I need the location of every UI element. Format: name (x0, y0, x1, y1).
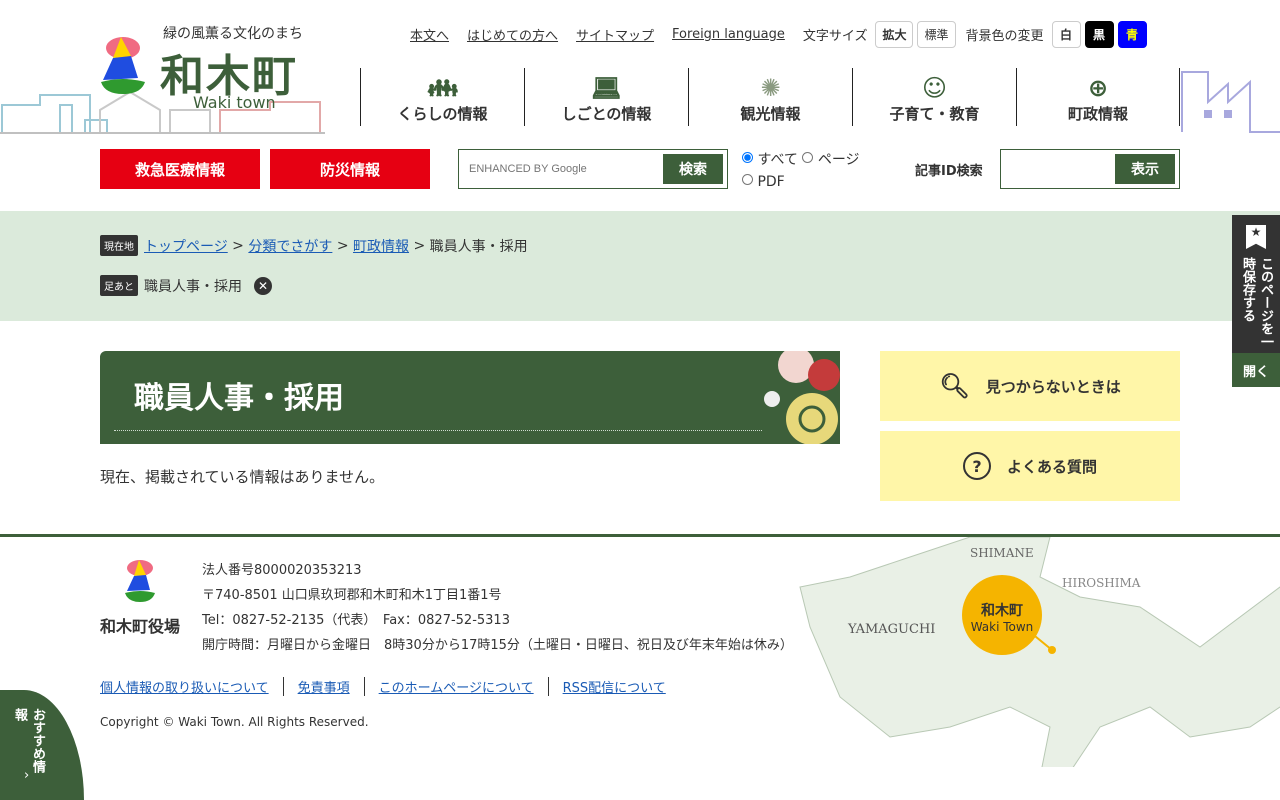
no-content-message: 現在、掲載されている情報はありません。 (100, 468, 385, 486)
font-large-button[interactable]: 拡大 (875, 20, 914, 48)
site-logo-en: Waki town (193, 93, 276, 112)
footer: SHIMANE HIROSHIMA YAMAGUCHI 和木町 Waki Tow… (0, 534, 1280, 800)
scope-all-radio[interactable]: すべて (742, 151, 798, 168)
map-label-shimane: SHIMANE (970, 546, 1034, 560)
save-page-tab[interactable]: ★ このページを一時保存する (1232, 215, 1280, 353)
page-title-banner: 職員人事・採用 (100, 351, 840, 444)
family-icon: 👪︎ (427, 74, 458, 102)
sitemap-link[interactable]: サイトマップ (576, 25, 654, 44)
footer-links: 個人情報の取り扱いについて 免責事項 このホームページについて RSS配信につい… (100, 677, 680, 696)
fireworks-icon: ✺ (760, 74, 781, 102)
article-id-input[interactable] (1007, 158, 1112, 180)
disclaimer-link[interactable]: 免責事項 (282, 677, 364, 696)
phone-fax: Tel：0827-52-2135（代表） Fax：0827-52-5313 (202, 613, 510, 628)
region-map: SHIMANE HIROSHIMA YAMAGUCHI 和木町 Waki Tow… (799, 537, 1280, 767)
search-input[interactable] (469, 158, 659, 180)
nav-government[interactable]: ⊕ 町政情報 (1016, 68, 1180, 126)
breadcrumb-top[interactable]: トップページ (144, 236, 228, 256)
child-face-icon: ☺ (921, 74, 948, 102)
footer-org-name: 和木町役場 (100, 617, 181, 636)
nav-label: 子育て・教育 (889, 105, 980, 123)
close-icon[interactable]: ✕ (254, 276, 272, 295)
page-title: 職員人事・採用 (134, 381, 344, 416)
bg-blue-button[interactable]: 青 (1117, 20, 1147, 48)
font-standard-button[interactable]: 標準 (917, 20, 956, 48)
nav-label: 町政情報 (1067, 105, 1128, 123)
nav-childcare[interactable]: ☺ 子育て・教育 (852, 68, 1016, 126)
corp-number: 法人番号8000020353213 (202, 563, 362, 578)
faq-button[interactable]: ? よくある質問 (880, 431, 1180, 501)
first-visit-link[interactable]: はじめての方へ (467, 25, 558, 44)
address: 〒740-8501 山口県玖珂郡和木町和木1丁目1番1号 (202, 588, 502, 603)
bg-white-button[interactable]: 白 (1051, 20, 1081, 48)
worker-icon: 💻︎ (591, 74, 622, 102)
nav-work[interactable]: 💻︎ しごとの情報 (524, 68, 688, 126)
bg-color-label: 背景色の変更 (965, 28, 1044, 44)
side-label: 見つからないときは (985, 377, 1121, 396)
radio-label: すべて (757, 152, 798, 168)
disaster-info-button[interactable]: 防災情報 (270, 149, 430, 189)
search-document-icon: 🔍︎ (939, 372, 970, 400)
town-logo-icon (101, 37, 145, 94)
breadcrumb-current: 職員人事・採用 (429, 238, 528, 255)
global-nav: 👪︎ くらしの情報 💻︎ しごとの情報 ✺ 観光情報 ☺ 子育て・教育 ⊕ 町政情報 (360, 68, 1180, 126)
rss-link[interactable]: RSS配信について (547, 677, 680, 696)
search-scope: すべて ページ PDF (742, 149, 860, 193)
current-location-tag: 現在地 (100, 235, 138, 256)
article-id-search: 表示 (1000, 149, 1180, 189)
office-hours: 開庁時間：月曜日から金曜日 8時30分から17時15分（土曜日・日曜日、祝日及び… (202, 638, 793, 653)
scope-page-radio[interactable]: ページ (802, 151, 860, 168)
skip-to-content-link[interactable]: 本文へ (410, 25, 449, 44)
font-size-label: 文字サイズ (802, 28, 868, 44)
nav-label: くらしの情報 (397, 105, 488, 123)
foreign-language-link[interactable]: Foreign language (672, 27, 785, 42)
not-found-button[interactable]: 🔍︎ 見つからないときは (880, 351, 1180, 421)
utility-bar: 本文へ はじめての方へ サイトマップ Foreign language 文字サイ… (410, 20, 1151, 48)
footprint: 足あと 職員人事・採用 ✕ (100, 275, 272, 296)
breadcrumb-category[interactable]: 分類でさがす (248, 236, 332, 256)
nav-label: 観光情報 (740, 105, 801, 123)
scope-pdf-radio[interactable]: PDF (742, 173, 785, 190)
breadcrumb-area: 現在地 トップページ > 分類でさがす > 町政情報 > 職員人事・採用 足あと… (0, 211, 1280, 321)
breadcrumb: 現在地 トップページ > 分類でさがす > 町政情報 > 職員人事・採用 (100, 235, 528, 256)
emergency-medical-button[interactable]: 救急医療情報 (100, 149, 260, 189)
factory-illustration (1181, 71, 1280, 133)
about-site-link[interactable]: このホームページについて (363, 677, 548, 696)
article-id-label: 記事ID検索 (915, 164, 983, 179)
radio-label: PDF (757, 174, 785, 190)
article-id-show-button[interactable]: 表示 (1115, 154, 1175, 184)
footprint-tag: 足あと (100, 275, 138, 296)
footer-info: 法人番号8000020353213 〒740-8501 山口県玖珂郡和木町和木1… (202, 558, 793, 658)
pin-subtitle: Waki Town (971, 620, 1034, 634)
side-label: よくある質問 (1006, 457, 1097, 476)
bookmark-icon: ★ (1246, 225, 1266, 249)
town-emblem-icon: ⊕ (1087, 74, 1109, 102)
save-page-label: このページを一時保存する (1240, 257, 1273, 348)
map-label-hiroshima: HIROSHIMA (1062, 576, 1141, 590)
nav-label: しごとの情報 (561, 105, 652, 123)
nav-living[interactable]: 👪︎ くらしの情報 (360, 68, 524, 126)
bg-black-button[interactable]: 黒 (1084, 20, 1114, 48)
question-icon: ? (962, 452, 991, 480)
rose-decoration (764, 351, 840, 444)
pin-title: 和木町 (981, 602, 1023, 619)
radio-label: ページ (817, 152, 860, 168)
breadcrumb-government[interactable]: 町政情報 (353, 236, 409, 256)
map-label-yamaguchi: YAMAGUCHI (847, 622, 935, 637)
open-saved-button[interactable]: 開く (1232, 353, 1280, 387)
copyright: Copyright © Waki Town. All Rights Reserv… (100, 715, 369, 729)
search-button[interactable]: 検索 (663, 154, 723, 184)
privacy-link[interactable]: 個人情報の取り扱いについて (100, 677, 283, 696)
chevron-icon: › (24, 768, 30, 783)
footprint-item[interactable]: 職員人事・採用 (144, 276, 242, 296)
site-search: 検索 (458, 149, 728, 189)
footer-logo-icon (125, 560, 155, 602)
nav-tourism[interactable]: ✺ 観光情報 (688, 68, 852, 126)
